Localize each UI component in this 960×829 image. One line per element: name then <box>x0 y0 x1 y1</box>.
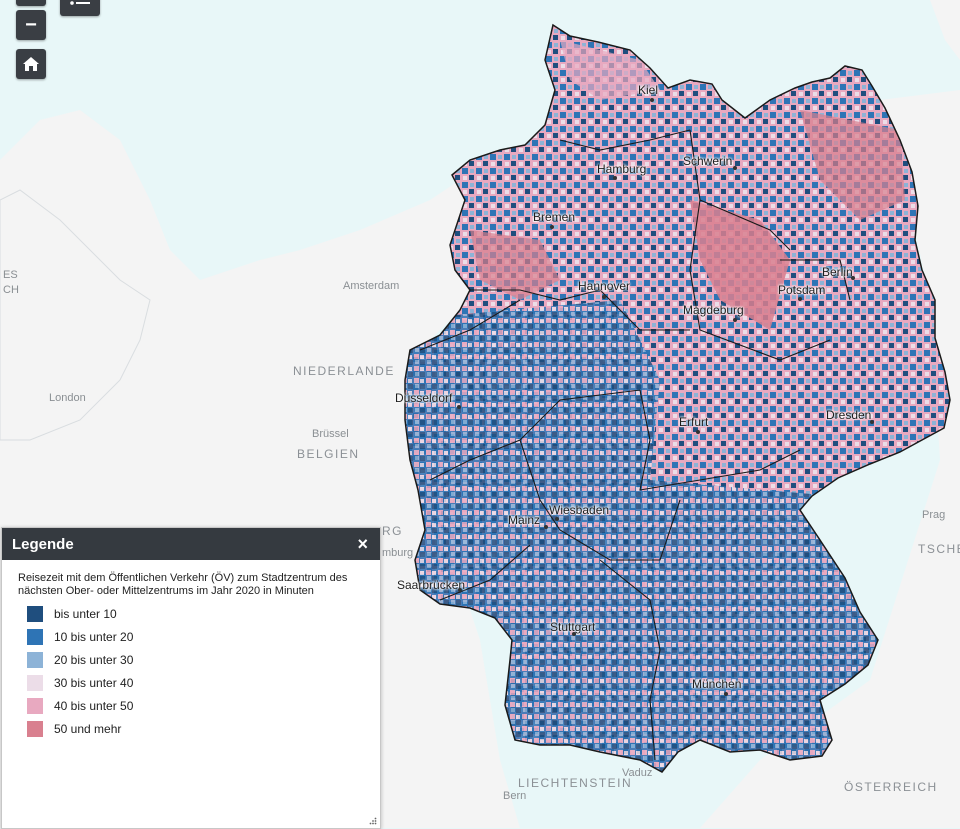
legend-header: Legende × <box>2 528 380 560</box>
city-dot <box>458 588 462 592</box>
country-label: TSCHE <box>918 542 960 556</box>
city-label: München <box>692 677 742 691</box>
home-icon <box>23 57 39 71</box>
minus-icon: − <box>25 14 37 36</box>
legend-row: bis unter 10 <box>27 606 380 622</box>
city-dot <box>550 225 554 229</box>
city-label: Hannover <box>578 279 631 293</box>
legend-swatch <box>27 606 43 622</box>
city-label: Potsdam <box>778 283 826 297</box>
country-label: ÖSTERREICH <box>844 780 938 794</box>
city-label: Saarbrücken <box>397 578 466 592</box>
legend-label: 20 bis unter 30 <box>54 653 134 667</box>
city-dot <box>613 176 617 180</box>
city-dot <box>870 420 874 424</box>
zoom-out-button[interactable]: − <box>16 10 46 40</box>
legend-label: 10 bis unter 20 <box>54 630 134 644</box>
place-label: Brüssel <box>312 428 349 440</box>
resize-handle-icon[interactable] <box>369 817 377 825</box>
city-label: Hamburg <box>597 162 647 176</box>
city-dot <box>851 276 855 280</box>
place-label: mburg <box>382 547 414 559</box>
legend-row: 30 bis unter 40 <box>27 675 380 691</box>
legend-row: 50 und mehr <box>27 721 380 737</box>
country-label: NIEDERLANDE <box>293 364 395 378</box>
country-label: LIECHTENSTEIN <box>518 776 633 790</box>
city-label: Wiesbaden <box>549 503 610 517</box>
place-label: Bern <box>503 790 527 802</box>
legend-label: 30 bis unter 40 <box>54 676 134 690</box>
close-icon[interactable]: × <box>357 535 368 553</box>
city-label: Kiel <box>638 83 659 97</box>
city-label: Magdeburg <box>683 303 744 317</box>
city-dot <box>733 318 737 322</box>
list-icon <box>70 1 90 5</box>
legend-description: Reisezeit mit dem Öffentlichen Verkehr (… <box>18 572 348 597</box>
city-dot <box>572 632 576 636</box>
legend-swatch <box>27 629 43 645</box>
home-button[interactable] <box>16 49 46 79</box>
city-dot <box>602 295 606 299</box>
country-label: BELGIEN <box>297 447 360 461</box>
city-dot <box>696 430 700 434</box>
city-dot <box>733 166 737 170</box>
city-label: Bremen <box>533 210 576 224</box>
country-label: RG <box>382 524 403 538</box>
legend-swatch <box>27 675 43 691</box>
place-label: ES <box>3 269 18 281</box>
city-dot <box>555 517 559 521</box>
city-label: Dresden <box>826 408 872 422</box>
city-label: Düsseldorf <box>395 391 453 405</box>
legend-label: 40 bis unter 50 <box>54 699 134 713</box>
legend-panel: Legende × Reisezeit mit dem Öffentlichen… <box>1 527 381 829</box>
city-dot <box>724 692 728 696</box>
city-label: Mainz <box>508 513 541 527</box>
city-dot <box>650 98 654 102</box>
legend-swatch <box>27 652 43 668</box>
legend-row: 20 bis unter 30 <box>27 652 380 668</box>
city-label: Berlin <box>822 265 853 279</box>
city-label: Erfurt <box>679 415 709 429</box>
city-dot <box>544 525 548 529</box>
city-label: Schwerin <box>683 154 733 168</box>
city-dot <box>798 297 802 301</box>
legend-label: 50 und mehr <box>54 722 122 736</box>
legend-label: bis unter 10 <box>54 607 117 621</box>
layer-list-button[interactable] <box>60 0 100 16</box>
place-label: London <box>49 392 86 404</box>
legend-title: Legende <box>12 535 74 553</box>
place-label: Amsterdam <box>343 280 400 292</box>
place-label: Prag <box>922 509 946 521</box>
place-label: CH <box>3 284 19 296</box>
legend-row: 40 bis unter 50 <box>27 698 380 714</box>
legend-classes: bis unter 10 10 bis unter 20 20 bis unter … <box>2 606 380 737</box>
legend-swatch <box>27 721 43 737</box>
legend-swatch <box>27 698 43 714</box>
legend-row: 10 bis unter 20 <box>27 629 380 645</box>
city-dot <box>457 405 461 409</box>
zoom-in-button[interactable] <box>16 0 46 6</box>
